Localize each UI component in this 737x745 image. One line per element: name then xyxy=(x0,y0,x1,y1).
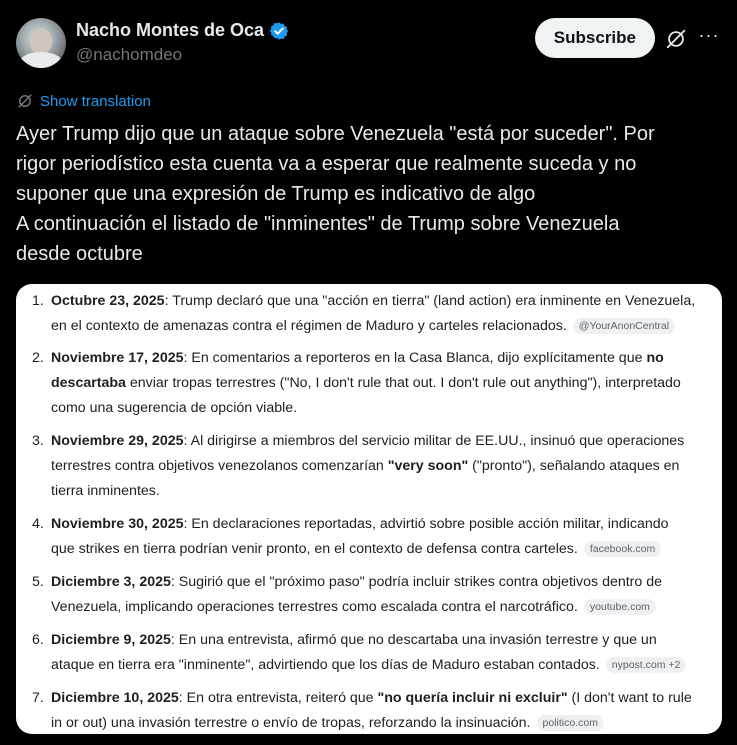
grok-icon[interactable] xyxy=(665,28,687,50)
tweet-header: Nacho Montes de Oca @nachomdeo Subscribe… xyxy=(16,15,721,71)
avatar[interactable] xyxy=(16,18,66,68)
list-text: terrestres contra objetivos venezolanos … xyxy=(51,458,388,474)
list-date: Noviembre 29, 2025 xyxy=(51,433,184,449)
list-number: 1. xyxy=(32,293,44,309)
list-text: : Trump declaró que una "acción en tierr… xyxy=(164,293,696,309)
list-text: : En comentarios a reporteros en la Casa… xyxy=(183,350,647,366)
list-text: Venezuela, implicando operaciones terres… xyxy=(51,599,578,615)
list-number: 7. xyxy=(32,690,44,706)
list-emphasis: "no quería incluir ni excluir" xyxy=(377,690,568,706)
list-text: que strikes en tierra podrían venir pron… xyxy=(51,541,578,557)
list-text: : Al dirigirse a miembros del servicio m… xyxy=(183,433,685,449)
list-number: 2. xyxy=(32,350,44,366)
list-text: : En una entrevista, afirmó que no desca… xyxy=(170,632,657,648)
source-chip[interactable]: youtube.com xyxy=(583,599,656,615)
list-item: 7. Diciembre 10, 2025: En otra entrevist… xyxy=(32,686,712,734)
list-number: 4. xyxy=(32,516,44,532)
tweet-line: rigor periodístico esta cuenta va a espe… xyxy=(16,153,637,175)
tweet-line: suponer que una expresión de Trump es in… xyxy=(16,183,536,205)
source-chip[interactable]: politico.com xyxy=(536,715,604,731)
translate-icon xyxy=(18,94,32,108)
subscribe-button[interactable]: Subscribe xyxy=(534,18,655,58)
list-text: : Sugirió que el "próximo paso" podría i… xyxy=(170,574,663,590)
list-text: in or out) una invasión terrestre o enví… xyxy=(51,715,531,731)
list-text: en el contexto de amenazas contra el rég… xyxy=(51,318,567,334)
list-text: como una sugerencia de opción viable. xyxy=(51,400,298,416)
list-item: 1. Octubre 23, 2025: Trump declaró que u… xyxy=(32,289,712,339)
list-item: 4. Noviembre 30, 2025: En declaraciones … xyxy=(32,512,712,562)
timeline-list: 1. Octubre 23, 2025: Trump declaró que u… xyxy=(32,289,712,734)
list-item: 6. Diciembre 9, 2025: En una entrevista,… xyxy=(32,628,712,678)
display-name[interactable]: Nacho Montes de Oca xyxy=(76,20,264,41)
list-date: Noviembre 30, 2025 xyxy=(51,516,184,532)
tweet-line: Ayer Trump dijo que un ataque sobre Vene… xyxy=(16,123,655,145)
avatar-shirt xyxy=(20,52,62,68)
list-emphasis: descartaba xyxy=(51,375,126,391)
list-text: (I don't want to rule xyxy=(567,690,692,706)
list-emphasis: "very soon" xyxy=(387,458,469,474)
avatar-face xyxy=(30,28,52,54)
list-item: 5. Diciembre 3, 2025: Sugirió que el "pr… xyxy=(32,570,712,620)
show-translation-label[interactable]: Show translation xyxy=(40,93,151,110)
verified-badge-icon xyxy=(269,21,289,40)
list-item: 3. Noviembre 29, 2025: Al dirigirse a mi… xyxy=(32,429,712,504)
source-chip[interactable]: @YourAnonCentral xyxy=(572,318,676,334)
list-date: Noviembre 17, 2025 xyxy=(51,350,184,366)
list-text: enviar tropas terrestres ("No, I don't r… xyxy=(125,375,681,391)
more-options-icon[interactable]: ··· xyxy=(697,25,721,49)
list-date: Octubre 23, 2025 xyxy=(51,293,165,309)
list-number: 6. xyxy=(32,632,44,648)
source-chip[interactable]: nypost.com +2 xyxy=(605,657,687,673)
source-chip[interactable]: facebook.com xyxy=(583,541,662,557)
tweet-text: Ayer Trump dijo que un ataque sobre Vene… xyxy=(16,119,716,269)
list-item: 2. Noviembre 17, 2025: En comentarios a … xyxy=(32,346,712,421)
list-text: tierra inminentes. xyxy=(51,483,160,499)
list-number: 3. xyxy=(32,433,44,449)
list-date: Diciembre 10, 2025 xyxy=(51,690,179,706)
tweet-line: A continuación el listado de "inminentes… xyxy=(16,213,620,235)
list-text: ataque en tierra era "inminente", advirt… xyxy=(51,657,600,673)
user-info[interactable]: Nacho Montes de Oca @nachomdeo xyxy=(76,20,289,65)
name-row: Nacho Montes de Oca xyxy=(76,20,289,41)
list-text: : En declaraciones reportadas, advirtió … xyxy=(183,516,669,532)
show-translation-link[interactable]: Show translation xyxy=(16,92,151,110)
user-handle[interactable]: @nachomdeo xyxy=(76,45,289,65)
list-date: Diciembre 3, 2025 xyxy=(51,574,171,590)
tweet-line: desde octubre xyxy=(16,243,143,265)
list-number: 5. xyxy=(32,574,44,590)
list-emphasis: no xyxy=(646,350,664,366)
list-text: ("pronto"), señalando ataques en xyxy=(468,458,680,474)
list-text: : En otra entrevista, reiteró que xyxy=(178,690,378,706)
attached-image-card[interactable]: 1. Octubre 23, 2025: Trump declaró que u… xyxy=(16,284,722,734)
list-date: Diciembre 9, 2025 xyxy=(51,632,171,648)
